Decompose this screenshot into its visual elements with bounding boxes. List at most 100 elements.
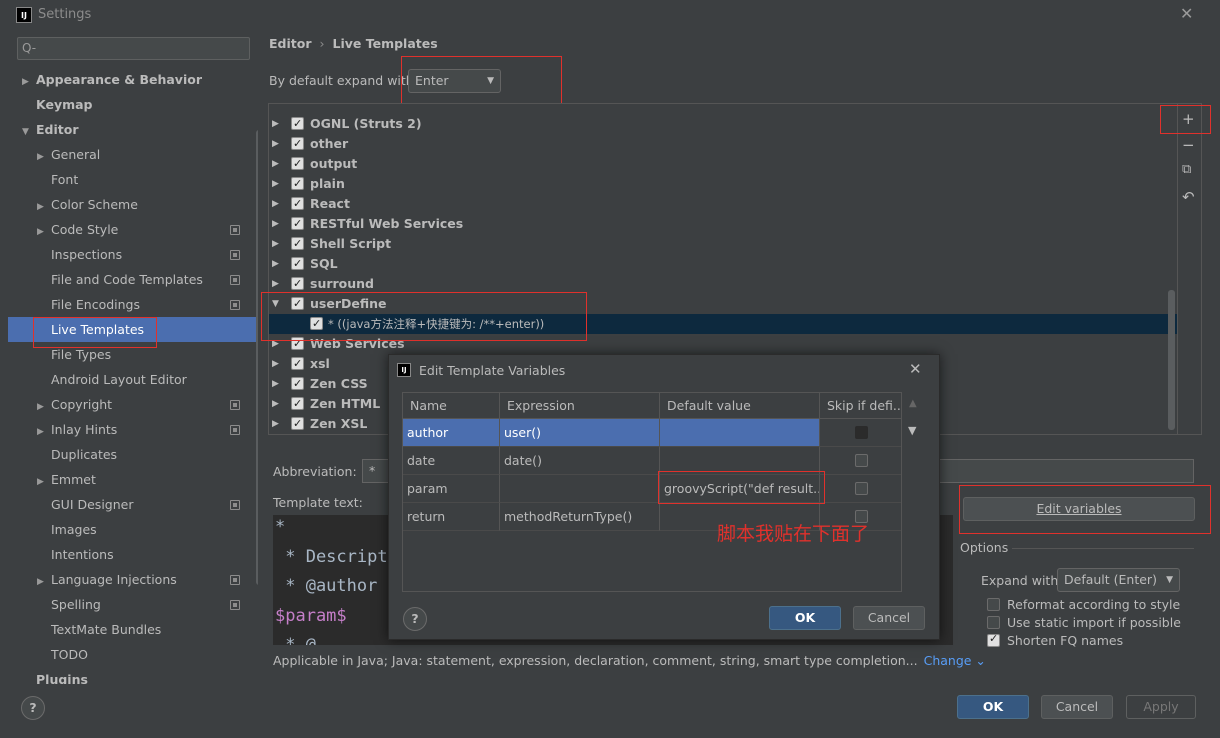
template-group-row[interactable]: ▶ Shell Script [269, 234, 1177, 254]
cell-expression[interactable] [500, 475, 660, 503]
reformat-checkbox[interactable] [987, 598, 1000, 611]
sidebar-item[interactable]: Intentions [8, 542, 258, 567]
sidebar-item-label: Language Injections [51, 572, 177, 587]
template-group-row[interactable]: ▶ React [269, 194, 1177, 214]
dialog-help-button[interactable]: ? [403, 607, 427, 631]
template-checkbox[interactable] [291, 234, 304, 254]
apply-button[interactable]: Apply [1126, 695, 1196, 719]
cell-name[interactable]: return [403, 503, 500, 531]
sidebar-item[interactable]: ▶ Inlay Hints [8, 417, 258, 442]
cell-name[interactable]: author [403, 419, 500, 447]
template-group-row[interactable]: ▶ surround [269, 274, 1177, 294]
close-icon[interactable]: ✕ [1180, 4, 1193, 23]
skip-checkbox[interactable] [855, 426, 868, 439]
chevron-right-icon[interactable]: ▶ [272, 114, 279, 134]
template-checkbox[interactable] [291, 354, 304, 374]
template-tree-scrollbar[interactable] [1168, 290, 1175, 430]
template-checkbox[interactable] [291, 254, 304, 274]
move-up-icon[interactable]: ▲ [909, 398, 917, 409]
sidebar-item[interactable]: Images [8, 517, 258, 542]
ok-button[interactable]: OK [957, 695, 1029, 719]
sidebar-item[interactable]: ▶ Copyright [8, 392, 258, 417]
template-checkbox[interactable] [291, 274, 304, 294]
chevron-right-icon[interactable]: ▶ [272, 374, 279, 394]
sidebar-item[interactable]: ▶ Color Scheme [8, 192, 258, 217]
chevron-right-icon[interactable]: ▶ [272, 194, 279, 214]
sidebar-scrollbar[interactable] [256, 130, 258, 585]
sidebar-item[interactable]: Plugins [8, 667, 258, 684]
chevron-right-icon[interactable]: ▶ [272, 174, 279, 194]
sidebar-item[interactable]: ▼ Editor [8, 117, 258, 142]
expand-with-select[interactable]: Default (Enter) ▼ [1057, 568, 1180, 592]
dialog-ok-button[interactable]: OK [769, 606, 841, 630]
cancel-button[interactable]: Cancel [1041, 695, 1113, 719]
chevron-right-icon[interactable]: ▶ [272, 414, 279, 434]
chevron-right-icon[interactable]: ▶ [272, 214, 279, 234]
template-checkbox[interactable] [291, 214, 304, 234]
sidebar-item[interactable]: Spelling [8, 592, 258, 617]
cell-expression[interactable]: methodReturnType() [500, 503, 660, 531]
template-checkbox[interactable] [291, 194, 304, 214]
help-button[interactable]: ? [21, 696, 45, 720]
copy-icon[interactable]: ⧉ [1182, 162, 1191, 177]
sidebar-item[interactable]: ▶ Language Injections [8, 567, 258, 592]
template-group-row[interactable]: ▶ other [269, 134, 1177, 154]
template-checkbox[interactable] [291, 174, 304, 194]
template-group-row[interactable]: ▶ output [269, 154, 1177, 174]
sidebar-item[interactable]: File Encodings [8, 292, 258, 317]
revert-icon[interactable]: ↶ [1182, 188, 1195, 206]
cell-expression[interactable]: user() [500, 419, 660, 447]
template-checkbox[interactable] [291, 134, 304, 154]
remove-icon[interactable]: − [1182, 136, 1195, 154]
shorten-fq-checkbox[interactable] [987, 631, 1000, 647]
search-input[interactable]: Q- [17, 37, 250, 60]
dialog-cancel-button[interactable]: Cancel [853, 606, 925, 630]
column-header-default[interactable]: Default value [660, 393, 820, 419]
sidebar-item[interactable]: GUI Designer [8, 492, 258, 517]
skip-checkbox[interactable] [855, 454, 868, 467]
template-checkbox[interactable] [291, 414, 304, 434]
chevron-right-icon[interactable]: ▶ [272, 134, 279, 154]
sidebar-item[interactable]: ▶ Emmet [8, 467, 258, 492]
move-down-icon[interactable]: ▼ [908, 424, 916, 437]
chevron-right-icon[interactable]: ▶ [272, 234, 279, 254]
sidebar-item[interactable]: ▶ General [8, 142, 258, 167]
template-checkbox[interactable] [291, 394, 304, 414]
sidebar-item[interactable]: File and Code Templates [8, 267, 258, 292]
sidebar-item[interactable]: Keymap [8, 92, 258, 117]
sidebar-item-label: Editor [36, 122, 79, 137]
chevron-right-icon[interactable]: ▶ [272, 354, 279, 374]
sidebar-item[interactable]: Android Layout Editor [8, 367, 258, 392]
static-import-checkbox[interactable] [987, 616, 1000, 629]
change-link[interactable]: Change ⌄ [924, 653, 986, 668]
chevron-right-icon[interactable]: ▶ [272, 274, 279, 294]
cell-default[interactable] [660, 419, 820, 447]
template-group-row[interactable]: ▶ SQL [269, 254, 1177, 274]
sidebar-item[interactable]: ▶ Appearance & Behavior [8, 67, 258, 92]
applicable-contexts: Applicable in Java; Java: statement, exp… [273, 653, 986, 668]
template-checkbox[interactable] [291, 114, 304, 134]
chevron-right-icon[interactable]: ▶ [272, 154, 279, 174]
sidebar-item[interactable]: TODO [8, 642, 258, 667]
template-checkbox[interactable] [291, 154, 304, 174]
sidebar-item[interactable]: Font [8, 167, 258, 192]
sidebar-item[interactable]: Duplicates [8, 442, 258, 467]
template-group-row[interactable]: ▶ plain [269, 174, 1177, 194]
column-header-skip[interactable]: Skip if defi... [820, 393, 901, 419]
sidebar-item[interactable]: Inspections [8, 242, 258, 267]
chevron-right-icon[interactable]: ▶ [272, 254, 279, 274]
cell-name[interactable]: param [403, 475, 500, 503]
column-header-name[interactable]: Name [403, 393, 500, 419]
template-group-row[interactable]: ▶ RESTful Web Services [269, 214, 1177, 234]
cell-name[interactable]: date [403, 447, 500, 475]
sidebar-item[interactable]: TextMate Bundles [8, 617, 258, 642]
sidebar-item[interactable]: ▶ Code Style [8, 217, 258, 242]
template-group-row[interactable]: ▶ OGNL (Struts 2) [269, 114, 1177, 134]
breadcrumb-root[interactable]: Editor [269, 36, 312, 51]
close-icon[interactable]: ✕ [909, 360, 922, 378]
cell-expression[interactable]: date() [500, 447, 660, 475]
chevron-right-icon[interactable]: ▶ [272, 394, 279, 414]
skip-checkbox[interactable] [855, 482, 868, 495]
column-header-expression[interactable]: Expression [500, 393, 660, 419]
template-checkbox[interactable] [291, 374, 304, 394]
